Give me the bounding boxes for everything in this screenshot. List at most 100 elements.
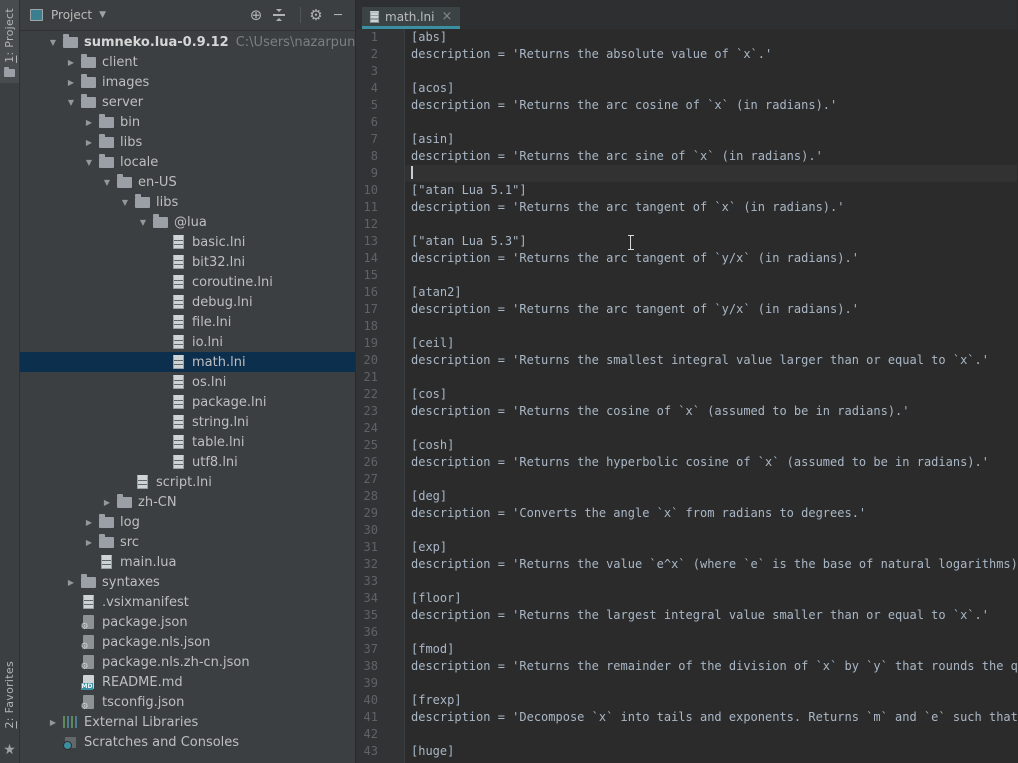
chevron-collapsed-icon[interactable]: ▶	[80, 118, 98, 127]
chevron-expanded-icon[interactable]: ▼	[44, 38, 62, 47]
code-line-22[interactable]: [cos]	[405, 386, 1017, 403]
project-view-selector[interactable]: Project	[51, 8, 92, 22]
tree-item-log[interactable]: ▶ log	[20, 512, 355, 532]
code-line-23[interactable]: description = 'Returns the cosine of `x`…	[405, 403, 1017, 420]
code-line-25[interactable]: [cosh]	[405, 437, 1017, 454]
code-line-3[interactable]	[405, 63, 1017, 80]
code-line-30[interactable]	[405, 522, 1017, 539]
code-line-41[interactable]: description = 'Decompose `x` into tails …	[405, 709, 1017, 726]
code-line-16[interactable]: [atan2]	[405, 284, 1017, 301]
tree-item-string-lni[interactable]: string.lni	[20, 412, 355, 432]
code-line-6[interactable]	[405, 114, 1017, 131]
code-line-27[interactable]	[405, 471, 1017, 488]
code-line-4[interactable]: [acos]	[405, 80, 1017, 97]
chevron-expanded-icon[interactable]: ▼	[98, 178, 116, 187]
tree-item-sumneko-lua-0-9-12[interactable]: ▼ sumneko.lua-0.9.12 C:\Users\nazarpunk\.v…	[20, 32, 355, 52]
editor-code[interactable]: [abs] description = 'Returns the absolute…	[405, 29, 1017, 763]
code-line-13[interactable]: ["atan Lua 5.3"]	[405, 233, 1017, 250]
code-line-34[interactable]: [floor]	[405, 590, 1017, 607]
collapse-all-button[interactable]	[273, 9, 285, 21]
tree-item--vsixmanifest[interactable]: .vsixmanifest	[20, 592, 355, 612]
tree-item-utf8-lni[interactable]: utf8.lni	[20, 452, 355, 472]
tree-item-basic-lni[interactable]: basic.lni	[20, 232, 355, 252]
code-line-24[interactable]	[405, 420, 1017, 437]
chevron-collapsed-icon[interactable]: ▶	[80, 138, 98, 147]
code-line-29[interactable]: description = 'Converts the angle `x` fr…	[405, 505, 1017, 522]
code-line-21[interactable]	[405, 369, 1017, 386]
tree-item-tsconfig-json[interactable]: tsconfig.json	[20, 692, 355, 713]
code-line-32[interactable]: description = 'Returns the value `e^x` (…	[405, 556, 1017, 573]
tree-item-libs[interactable]: ▼ libs	[20, 192, 355, 212]
tool-window-button-project[interactable]: 1: Project	[0, 0, 19, 83]
code-line-28[interactable]: [deg]	[405, 488, 1017, 505]
code-line-19[interactable]: [ceil]	[405, 335, 1017, 352]
tree-item-debug-lni[interactable]: debug.lni	[20, 292, 355, 312]
code-line-10[interactable]: ["atan Lua 5.1"]	[405, 182, 1017, 199]
tree-item-os-lni[interactable]: os.lni	[20, 372, 355, 392]
tree-item-package-nls-zh-cn-json[interactable]: package.nls.zh-cn.json	[20, 652, 355, 673]
tree-item-external-libraries[interactable]: ▶ External Libraries	[20, 712, 355, 732]
chevron-expanded-icon[interactable]: ▼	[80, 158, 98, 167]
tree-item-script-lni[interactable]: script.lni	[20, 472, 355, 492]
chevron-collapsed-icon[interactable]: ▶	[80, 518, 98, 527]
chevron-down-icon[interactable]: ▼	[99, 10, 106, 20]
tree-item-server[interactable]: ▼ server	[20, 92, 355, 112]
code-line-14[interactable]: description = 'Returns the arc tangent o…	[405, 250, 1017, 267]
code-line-20[interactable]: description = 'Returns the smallest inte…	[405, 352, 1017, 369]
tree-item-scratches-and-consoles[interactable]: Scratches and Consoles	[20, 732, 355, 752]
code-line-38[interactable]: description = 'Returns the remainder of …	[405, 658, 1017, 675]
chevron-expanded-icon[interactable]: ▼	[134, 218, 152, 227]
chevron-expanded-icon[interactable]: ▼	[62, 98, 80, 107]
code-line-18[interactable]	[405, 318, 1017, 335]
tree-item-client[interactable]: ▶ client	[20, 52, 355, 72]
chevron-collapsed-icon[interactable]: ▶	[62, 58, 80, 67]
tree-item-io-lni[interactable]: io.lni	[20, 332, 355, 352]
chevron-expanded-icon[interactable]: ▼	[116, 198, 134, 207]
code-line-1[interactable]: [abs]	[405, 29, 1017, 46]
code-line-42[interactable]	[405, 726, 1017, 743]
chevron-collapsed-icon[interactable]: ▶	[62, 578, 80, 587]
tree-item-math-lni[interactable]: math.lni	[20, 352, 355, 372]
tree-item-bit32-lni[interactable]: bit32.lni	[20, 252, 355, 272]
tree-item-libs[interactable]: ▶ libs	[20, 132, 355, 152]
hide-panel-button[interactable]: ─	[327, 8, 349, 23]
chevron-collapsed-icon[interactable]: ▶	[98, 498, 116, 507]
code-line-26[interactable]: description = 'Returns the hyperbolic co…	[405, 454, 1017, 471]
code-line-31[interactable]: [exp]	[405, 539, 1017, 556]
code-line-36[interactable]	[405, 624, 1017, 641]
code-line-2[interactable]: description = 'Returns the absolute valu…	[405, 46, 1017, 63]
code-line-9[interactable]	[405, 165, 1017, 182]
code-line-8[interactable]: description = 'Returns the arc sine of `…	[405, 148, 1017, 165]
tree-item-zh-cn[interactable]: ▶ zh-CN	[20, 492, 355, 512]
chevron-collapsed-icon[interactable]: ▶	[80, 538, 98, 547]
tree-item-table-lni[interactable]: table.lni	[20, 432, 355, 452]
tool-window-button-favorites[interactable]: 2: Favorites	[3, 653, 16, 735]
code-line-39[interactable]	[405, 675, 1017, 692]
settings-gear-button[interactable]: ⚙	[305, 7, 327, 23]
tree-item-bin[interactable]: ▶ bin	[20, 112, 355, 132]
code-line-43[interactable]: [huge]	[405, 743, 1017, 760]
favorites-star-icon[interactable]: ★	[3, 743, 16, 757]
tree-item-readme-md[interactable]: README.md	[20, 672, 355, 692]
tree-item-file-lni[interactable]: file.lni	[20, 312, 355, 332]
tab-math-lni[interactable]: math.lni ×	[362, 7, 461, 29]
tree-item-package-json[interactable]: package.json	[20, 612, 355, 633]
tree-item-main-lua[interactable]: main.lua	[20, 552, 355, 572]
tree-item-images[interactable]: ▶ images	[20, 72, 355, 92]
tree-item-coroutine-lni[interactable]: coroutine.lni	[20, 272, 355, 292]
tree-item-locale[interactable]: ▼ locale	[20, 152, 355, 172]
code-editor[interactable]: 1 2 3 4 5 6 7 8 9 10 11 12 13 14 15 16 17 18 19 20 21 22 23 24 2…	[356, 29, 1017, 763]
code-line-33[interactable]	[405, 573, 1017, 590]
tree-item-package-lni[interactable]: package.lni	[20, 392, 355, 412]
tree-item-en-us[interactable]: ▼ en-US	[20, 172, 355, 192]
code-line-40[interactable]: [frexp]	[405, 692, 1017, 709]
tree-item-package-nls-json[interactable]: package.nls.json	[20, 632, 355, 653]
tree-item-syntaxes[interactable]: ▶ syntaxes	[20, 572, 355, 592]
code-line-11[interactable]: description = 'Returns the arc tangent o…	[405, 199, 1017, 216]
code-line-35[interactable]: description = 'Returns the largest integ…	[405, 607, 1017, 624]
code-line-5[interactable]: description = 'Returns the arc cosine of…	[405, 97, 1017, 114]
code-line-12[interactable]	[405, 216, 1017, 233]
close-icon[interactable]: ×	[441, 10, 452, 23]
tree-item--lua[interactable]: ▼ @lua	[20, 212, 355, 232]
code-line-37[interactable]: [fmod]	[405, 641, 1017, 658]
